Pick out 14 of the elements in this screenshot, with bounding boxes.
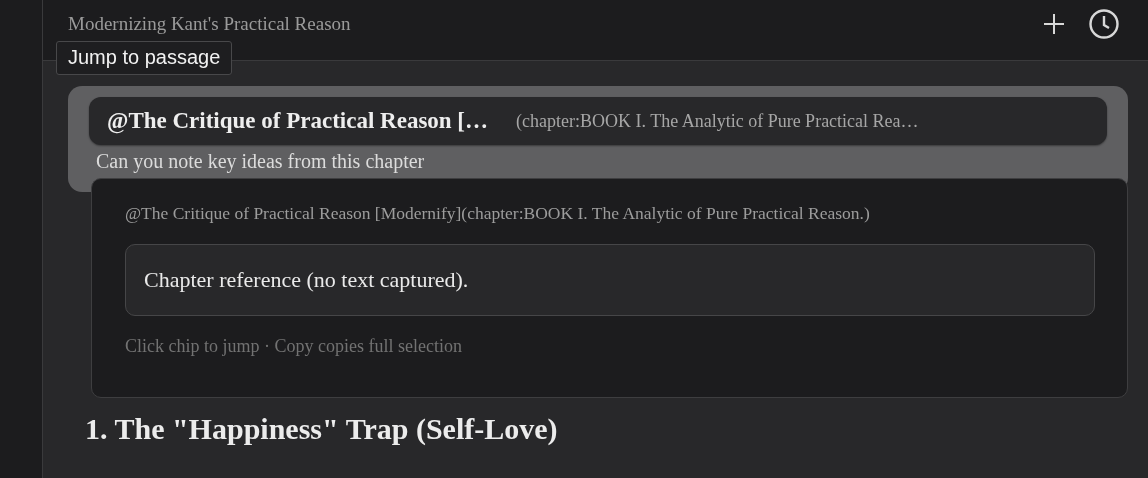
chip-title: @The Critique of Practical Reason [… (107, 108, 489, 134)
quote-box: Chapter reference (no text captured). (125, 244, 1095, 316)
chip-detail: (chapter:BOOK I. The Analytic of Pure Practical Rea… (516, 110, 919, 132)
chapter-chip[interactable]: @The Critique of Practical Reason [… (chapter:BOOK I. The Analytic of Pure Practical Rea… (89, 97, 1107, 145)
add-button[interactable] (1042, 12, 1066, 36)
message-text: Can you note key ideas from this chapter (96, 150, 426, 173)
section-heading: 1. The "Happiness" Trap (Self-Love) (85, 412, 559, 446)
hint-text: Click chip to jump · Copy copies full selection (125, 336, 463, 357)
document-title: Modernizing Kant's Practical Reason (68, 13, 352, 35)
clock-icon (1088, 8, 1120, 40)
plus-icon (1042, 12, 1066, 36)
history-button[interactable] (1088, 8, 1120, 40)
reference-text: @The Critique of Practical Reason [Modernify](chapter:BOOK I. The Analytic of Pure Practical Reason.) (125, 203, 871, 224)
tooltip: Jump to passage (56, 41, 233, 75)
